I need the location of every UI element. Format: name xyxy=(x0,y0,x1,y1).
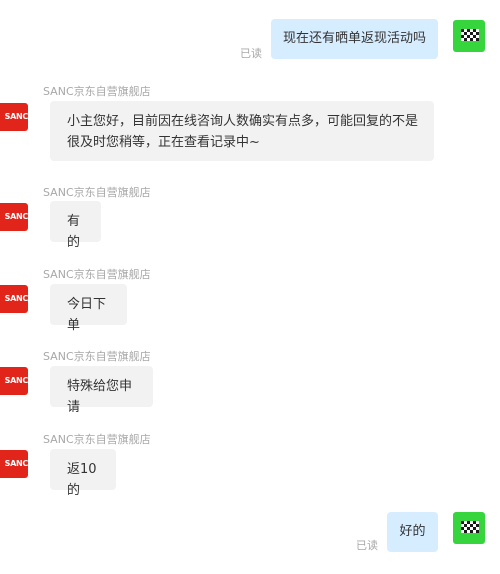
message-bubble-outgoing[interactable]: 现在还有晒单返现活动吗 xyxy=(271,19,438,59)
read-status: 已读 xyxy=(240,47,262,60)
message-bubble-incoming[interactable]: 返10的 xyxy=(50,449,116,498)
checkered-flag-icon xyxy=(461,29,479,41)
message-bubble-incoming[interactable]: 小主您好，目前因在线咨询人数确实有点多，可能回复的不是很及时您稍等，正在查看记录… xyxy=(50,101,434,161)
sender-name: SANC京东自营旗舰店 xyxy=(43,350,151,363)
message-bubble-outgoing[interactable]: 好的 xyxy=(387,512,438,552)
read-status: 已读 xyxy=(356,539,378,552)
message-bubble-incoming[interactable]: 今日下单 xyxy=(50,284,127,333)
sender-name: SANC京东自营旗舰店 xyxy=(43,186,151,199)
sender-name: SANC京东自营旗舰店 xyxy=(43,433,151,446)
shop-avatar[interactable]: SANC xyxy=(0,285,28,313)
shop-avatar[interactable]: SANC xyxy=(0,103,28,131)
shop-avatar[interactable]: SANC xyxy=(0,367,28,395)
message-bubble-incoming[interactable]: 特殊给您申请 xyxy=(50,366,153,415)
user-avatar[interactable] xyxy=(453,20,485,52)
shop-avatar[interactable]: SANC xyxy=(0,203,28,231)
user-avatar[interactable] xyxy=(453,512,485,544)
sender-name: SANC京东自营旗舰店 xyxy=(43,268,151,281)
sender-name: SANC京东自营旗舰店 xyxy=(43,85,151,98)
shop-avatar[interactable]: SANC xyxy=(0,450,28,478)
checkered-flag-icon xyxy=(461,521,479,533)
message-bubble-incoming[interactable]: 有的 xyxy=(50,201,101,250)
